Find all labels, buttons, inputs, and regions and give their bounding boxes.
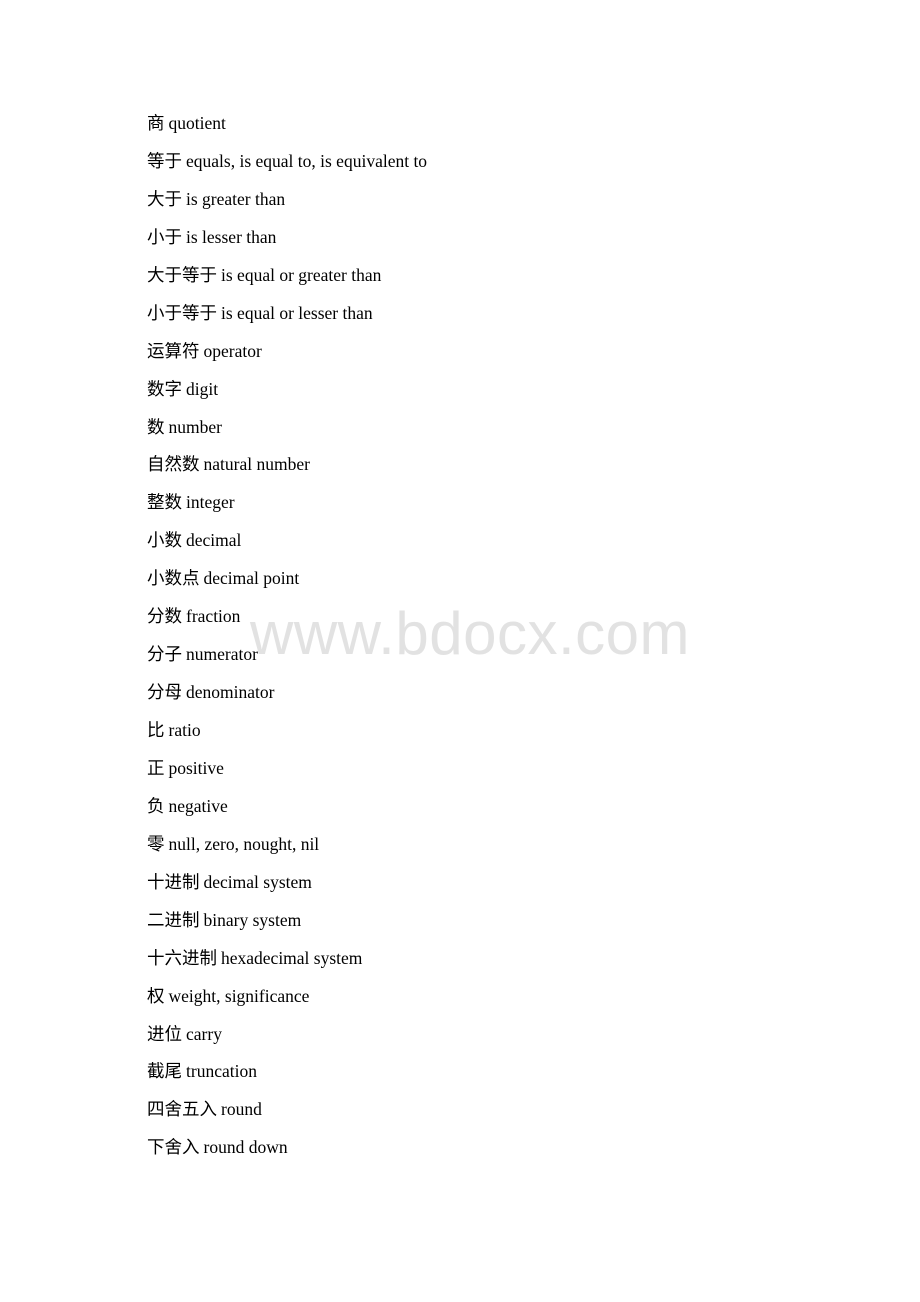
term-english: is greater than [186,188,286,209]
term-chinese: 商 [147,113,165,133]
term-chinese: 大于 [147,188,182,209]
term-english: carry [186,1023,222,1044]
document-page: www.bdocx.com 商 quotient 等于 equals, is equ… [0,0,920,1302]
term-english: denominator [186,682,275,703]
glossary-entry: 大于等于 is equal or greater than [147,263,427,301]
term-english: decimal system [203,871,312,892]
term-chinese: 比 [147,720,165,740]
term-chinese: 零 [147,833,165,854]
term-english: weight, significance [168,985,310,1006]
term-chinese: 权 [147,985,165,1006]
term-english: null, zero, nought, nil [168,833,320,854]
term-english: integer [186,492,235,513]
glossary-entry: 比 ratio [147,718,427,756]
term-english: ratio [168,720,201,740]
term-english: round [221,1099,262,1120]
term-chinese: 四舍五入 [147,1099,217,1120]
term-chinese: 数 [147,416,165,437]
glossary-entry: 权 weight, significance [147,984,427,1022]
term-chinese: 小数点 [147,568,200,589]
term-chinese: 整数 [147,492,182,513]
term-english: digit [186,378,219,399]
glossary-entry: 分子 numerator [147,642,427,680]
term-english: decimal [186,530,242,551]
term-english: equals, is equal to, is equivalent to [186,150,428,171]
glossary-entry: 等于 equals, is equal to, is equivalent to [147,149,427,187]
term-english: fraction [186,606,241,627]
term-chinese: 分子 [147,644,182,665]
glossary-entry: 分数 fraction [147,604,427,642]
glossary-entry: 小于等于 is equal or lesser than [147,301,427,339]
term-chinese: 十六进制 [147,947,217,968]
term-english: is equal or greater than [221,264,382,285]
glossary-entry: 自然数 natural number [147,452,427,490]
term-chinese: 大于等于 [147,264,217,285]
term-english: negative [168,795,228,816]
glossary-entry: 二进制 binary system [147,908,427,946]
term-chinese: 自然数 [147,454,200,475]
term-chinese: 负 [147,795,165,816]
term-chinese: 十进制 [147,871,200,892]
glossary-entry: 数 number [147,415,427,453]
glossary-entry: 小数 decimal [147,528,427,566]
glossary-entry: 运算符 operator [147,339,427,377]
glossary-entry: 下舍入 round down [147,1135,427,1173]
glossary-entry: 大于 is greater than [147,187,427,225]
glossary-entry: 小数点 decimal point [147,566,427,604]
glossary-entry: 十六进制 hexadecimal system [147,946,427,984]
term-english: truncation [186,1061,257,1082]
term-chinese: 分母 [147,682,182,703]
glossary-entry: 数字 digit [147,377,427,415]
term-english: decimal point [203,568,300,589]
term-english: numerator [186,644,258,665]
term-english: hexadecimal system [221,947,363,968]
term-english: is lesser than [186,226,277,247]
glossary-entry: 负 negative [147,794,427,832]
term-english: number [168,416,222,437]
glossary-entry: 零 null, zero, nought, nil [147,832,427,870]
term-chinese: 数字 [147,378,182,399]
glossary-list: 商 quotient 等于 equals, is equal to, is equi… [147,111,427,1173]
term-chinese: 小于 [147,226,182,247]
term-chinese: 二进制 [147,909,200,930]
term-chinese: 进位 [147,1023,182,1044]
term-english: binary system [203,909,302,930]
glossary-entry: 正 positive [147,756,427,794]
glossary-entry: 截尾 truncation [147,1059,427,1097]
glossary-entry: 商 quotient [147,111,427,149]
term-chinese: 运算符 [147,340,200,361]
term-english: round down [203,1137,288,1158]
term-english: positive [168,757,224,778]
glossary-entry: 进位 carry [147,1022,427,1060]
term-chinese: 截尾 [147,1061,182,1082]
glossary-entry: 十进制 decimal system [147,870,427,908]
glossary-entry: 小于 is lesser than [147,225,427,263]
term-chinese: 正 [147,757,165,778]
term-chinese: 等于 [147,150,182,171]
term-chinese: 小于等于 [147,302,217,323]
term-english: quotient [168,113,226,133]
term-chinese: 下舍入 [147,1137,200,1158]
term-chinese: 小数 [147,530,182,551]
term-english: natural number [203,454,310,475]
glossary-entry: 整数 integer [147,490,427,528]
term-chinese: 分数 [147,606,182,627]
term-english: operator [203,340,262,361]
glossary-entry: 分母 denominator [147,680,427,718]
term-english: is equal or lesser than [221,302,373,323]
glossary-entry: 四舍五入 round [147,1097,427,1135]
